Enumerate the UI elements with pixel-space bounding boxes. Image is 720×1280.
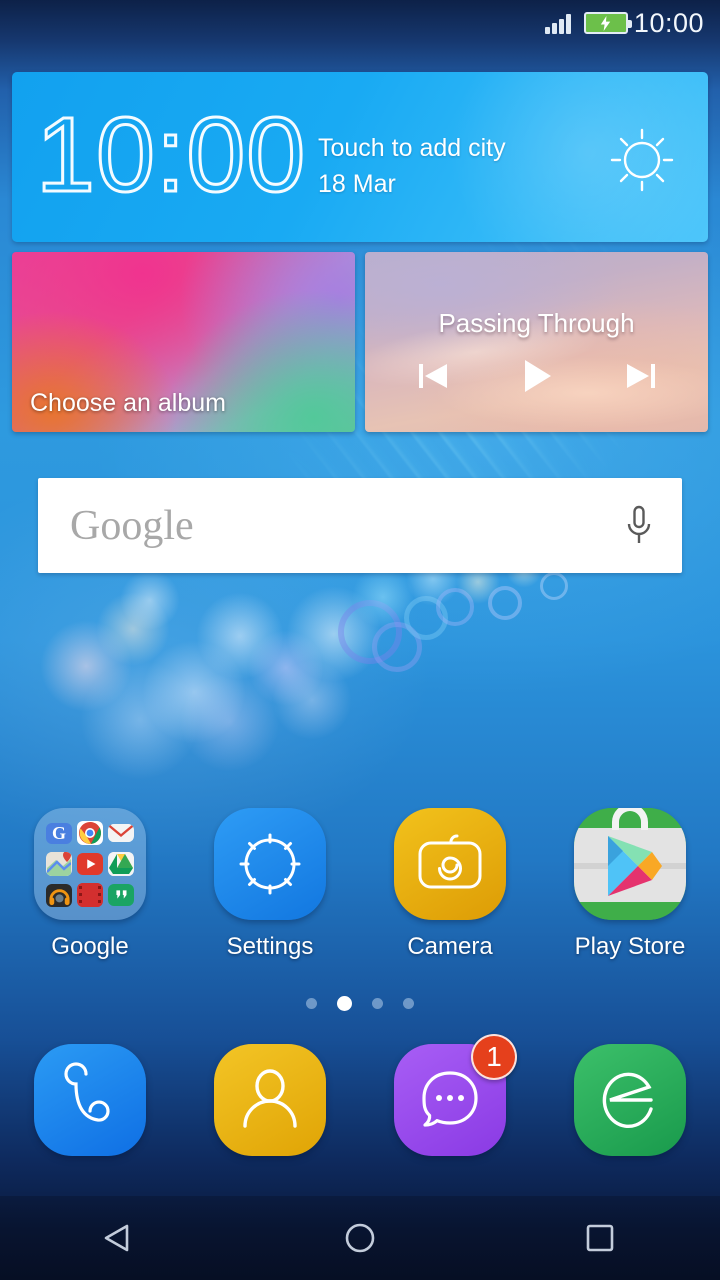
back-button[interactable] [60, 1196, 180, 1280]
widget-clock-time: 10:00 [34, 96, 307, 214]
app-label: Settings [226, 933, 314, 960]
home-button[interactable] [300, 1196, 420, 1280]
app-label: Google [51, 933, 129, 960]
dock-item-contacts[interactable] [195, 1044, 345, 1156]
dock-item-phone[interactable] [15, 1044, 165, 1156]
chrome-mini-icon [77, 821, 103, 845]
app-google-folder[interactable]: G Google [15, 808, 165, 961]
app-settings[interactable]: Settings [195, 808, 345, 961]
browser-e-icon[interactable] [574, 1044, 686, 1156]
phone-icon[interactable] [34, 1044, 146, 1156]
page-indicator [0, 996, 720, 1011]
youtube-mini-icon [77, 853, 103, 875]
google-search-bar[interactable]: Google [38, 478, 682, 573]
dock: 1 [0, 1034, 720, 1156]
signal-bars-icon [544, 12, 571, 34]
play-store-icon[interactable] [574, 808, 686, 920]
google-wordmark: Google [70, 502, 194, 549]
app-camera[interactable]: Camera [375, 808, 525, 961]
navigation-bar [0, 1196, 720, 1280]
add-city-hint[interactable]: Touch to add city [318, 134, 506, 163]
previous-track-button[interactable] [411, 354, 455, 398]
dock-item-browser[interactable] [555, 1044, 705, 1156]
page-dot[interactable] [372, 998, 383, 1009]
drive-mini-icon [108, 852, 134, 876]
app-grid-row: G Google Settings Camera Play Store [0, 808, 720, 961]
person-icon[interactable] [214, 1044, 326, 1156]
camera-icon[interactable] [394, 808, 506, 920]
hangouts-mini-icon [108, 884, 134, 906]
status-bar-clock: 10:00 [633, 7, 704, 38]
gmail-mini-icon [108, 824, 134, 842]
page-dot-active[interactable] [337, 996, 352, 1011]
notification-badge: 1 [471, 1034, 517, 1080]
maps-mini-icon [46, 852, 72, 876]
play-music-mini-icon [46, 883, 72, 907]
page-dot[interactable] [306, 998, 317, 1009]
page-dot[interactable] [403, 998, 414, 1009]
google-search-mini-icon: G [46, 822, 72, 844]
photo-album-widget[interactable]: Choose an album [12, 252, 355, 432]
microphone-icon[interactable] [624, 505, 654, 547]
track-title: Passing Through [438, 308, 635, 338]
clock-weather-widget[interactable]: 10:00 Touch to add city 18 Mar [12, 72, 708, 242]
google-folder-icon[interactable]: G [34, 808, 146, 920]
app-label: Play Store [574, 933, 686, 960]
app-play-store[interactable]: Play Store [555, 808, 705, 961]
app-label: Camera [407, 933, 493, 960]
choose-album-label: Choose an album [30, 389, 226, 417]
home-screen: 10:00 10:00 Touch to add city 18 Mar Cho… [0, 0, 720, 1280]
settings-gear-icon[interactable] [214, 808, 326, 920]
widget-date: 18 Mar [318, 170, 396, 198]
status-bar: 10:00 [0, 0, 720, 46]
battery-charging-icon [583, 12, 632, 34]
dock-item-messaging[interactable]: 1 [375, 1034, 525, 1156]
recents-button[interactable] [540, 1196, 660, 1280]
sun-icon [610, 128, 674, 192]
play-button[interactable] [515, 354, 559, 398]
music-controls [365, 354, 708, 398]
next-track-button[interactable] [619, 354, 663, 398]
music-player-widget[interactable]: Passing Through [365, 252, 708, 432]
play-movies-mini-icon [77, 883, 103, 907]
